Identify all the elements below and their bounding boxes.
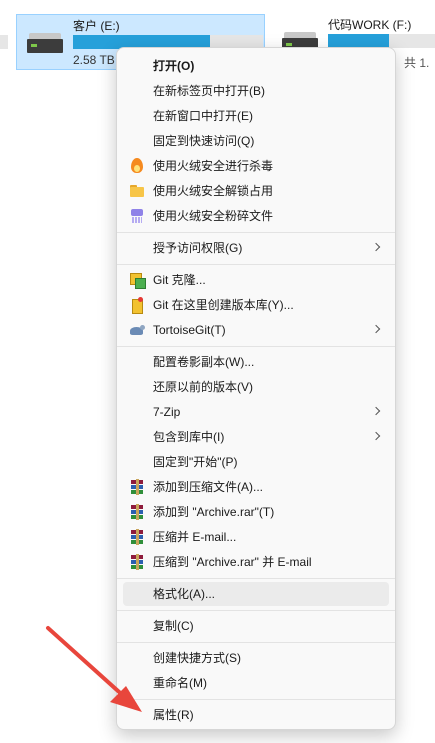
menu-item-label: Git 克隆... (153, 273, 206, 287)
menu-item-format[interactable]: 格式化(A)... (123, 582, 389, 606)
menu-item-label: 复制(C) (153, 619, 194, 633)
menu-item-label: 还原以前的版本(V) (153, 380, 253, 394)
menu-item-git-create-repo[interactable]: Git 在这里创建版本库(Y)... (123, 293, 389, 317)
menu-item-rename[interactable]: 重命名(M) (123, 671, 389, 695)
menu-item-pin-start[interactable]: 固定到"开始"(P) (123, 450, 389, 474)
menu-item-label: 7-Zip (153, 405, 181, 419)
menu-item-label: 在新标签页中打开(B) (153, 84, 265, 98)
menu-item-create-shortcut[interactable]: 创建快捷方式(S) (123, 646, 389, 670)
menu-item-huorong-shred[interactable]: 使用火绒安全粉碎文件 (123, 204, 389, 228)
menu-item-open[interactable]: 打开(O) (123, 54, 389, 78)
menu-item-label: 打开(O) (153, 59, 195, 73)
menu-separator (117, 346, 395, 347)
menu-separator (117, 642, 395, 643)
menu-item-label: 固定到快速访问(Q) (153, 134, 255, 148)
menu-item-add-to-archive[interactable]: 添加到压缩文件(A)... (123, 475, 389, 499)
menu-item-pin-quick-access[interactable]: 固定到快速访问(Q) (123, 129, 389, 153)
menu-separator (117, 578, 395, 579)
shredder-icon (129, 208, 145, 224)
menu-item-tortoisegit[interactable]: TortoiseGit(T) (123, 318, 389, 342)
menu-item-open-new-window[interactable]: 在新窗口中打开(E) (123, 104, 389, 128)
menu-item-properties[interactable]: 属性(R) (123, 703, 389, 727)
menu-item-git-clone[interactable]: Git 克隆... (123, 268, 389, 292)
menu-item-compress-rar-email[interactable]: 压缩到 "Archive.rar" 并 E-mail (123, 550, 389, 574)
menu-item-add-to-archive-rar[interactable]: 添加到 "Archive.rar"(T) (123, 500, 389, 524)
menu-item-label: 添加到压缩文件(A)... (153, 480, 263, 494)
tortoisegit-icon (129, 322, 145, 338)
git-clone-icon (129, 272, 146, 289)
hard-drive-icon (27, 33, 63, 53)
menu-item-label: 添加到 "Archive.rar"(T) (153, 505, 275, 519)
winrar-icon (129, 529, 145, 545)
drive-name: 客户 (E:) (73, 19, 120, 33)
menu-item-shadow-copies[interactable]: 配置卷影副本(W)... (123, 350, 389, 374)
menu-item-label: 使用火绒安全解锁占用 (153, 184, 274, 198)
menu-item-label: 属性(R) (153, 708, 194, 722)
menu-item-label: 配置卷影副本(W)... (153, 355, 255, 369)
drive-usage-bar (328, 34, 435, 48)
menu-item-huorong-unlock[interactable]: 使用火绒安全解锁占用 (123, 179, 389, 203)
winrar-icon (129, 554, 145, 570)
menu-separator (117, 264, 395, 265)
menu-item-label: Git 在这里创建版本库(Y)... (153, 298, 294, 312)
winrar-icon (129, 479, 145, 495)
menu-item-grant-access[interactable]: 授予访问权限(G) (123, 236, 389, 260)
drive-usage-fill (328, 34, 389, 48)
menu-item-label: 在新窗口中打开(E) (153, 109, 253, 123)
menu-item-include-in-library[interactable]: 包含到库中(I) (123, 425, 389, 449)
drive-name: 代码WORK (F:) (328, 18, 412, 32)
menu-item-label: 重命名(M) (153, 676, 207, 690)
chevron-right-icon (371, 431, 381, 441)
menu-item-label: TortoiseGit(T) (153, 323, 226, 337)
huorong-fire-icon (129, 158, 145, 174)
menu-item-label: 授予访问权限(G) (153, 241, 243, 255)
menu-item-label: 包含到库中(I) (153, 430, 225, 444)
menu-separator (117, 699, 395, 700)
chevron-right-icon (371, 324, 381, 334)
git-create-repo-icon (129, 297, 145, 314)
folder-unlock-icon (129, 183, 145, 199)
menu-item-7zip[interactable]: 7-Zip (123, 400, 389, 424)
menu-separator (117, 232, 395, 233)
menu-item-label: 格式化(A)... (153, 587, 215, 601)
menu-item-label: 压缩到 "Archive.rar" 并 E-mail (153, 555, 312, 569)
menu-item-huorong-scan[interactable]: 使用火绒安全进行杀毒 (123, 154, 389, 178)
menu-item-label: 使用火绒安全进行杀毒 (153, 159, 274, 173)
menu-item-label: 使用火绒安全粉碎文件 (153, 209, 274, 223)
drive-size: 2.58 TB (73, 53, 115, 67)
menu-item-compress-email[interactable]: 压缩并 E-mail... (123, 525, 389, 549)
menu-item-restore-versions[interactable]: 还原以前的版本(V) (123, 375, 389, 399)
menu-separator (117, 610, 395, 611)
winrar-icon (129, 504, 145, 520)
status-text: ，共 1. (392, 56, 430, 70)
menu-item-copy[interactable]: 复制(C) (123, 614, 389, 638)
menu-item-open-new-tab[interactable]: 在新标签页中打开(B) (123, 79, 389, 103)
navigation-pane-edge (0, 35, 8, 49)
context-menu: 打开(O) 在新标签页中打开(B) 在新窗口中打开(E) 固定到快速访问(Q) … (116, 47, 396, 730)
chevron-right-icon (371, 242, 381, 252)
menu-item-label: 创建快捷方式(S) (153, 651, 241, 665)
menu-item-label: 固定到"开始"(P) (153, 455, 238, 469)
chevron-right-icon (371, 406, 381, 416)
menu-item-label: 压缩并 E-mail... (153, 530, 237, 544)
